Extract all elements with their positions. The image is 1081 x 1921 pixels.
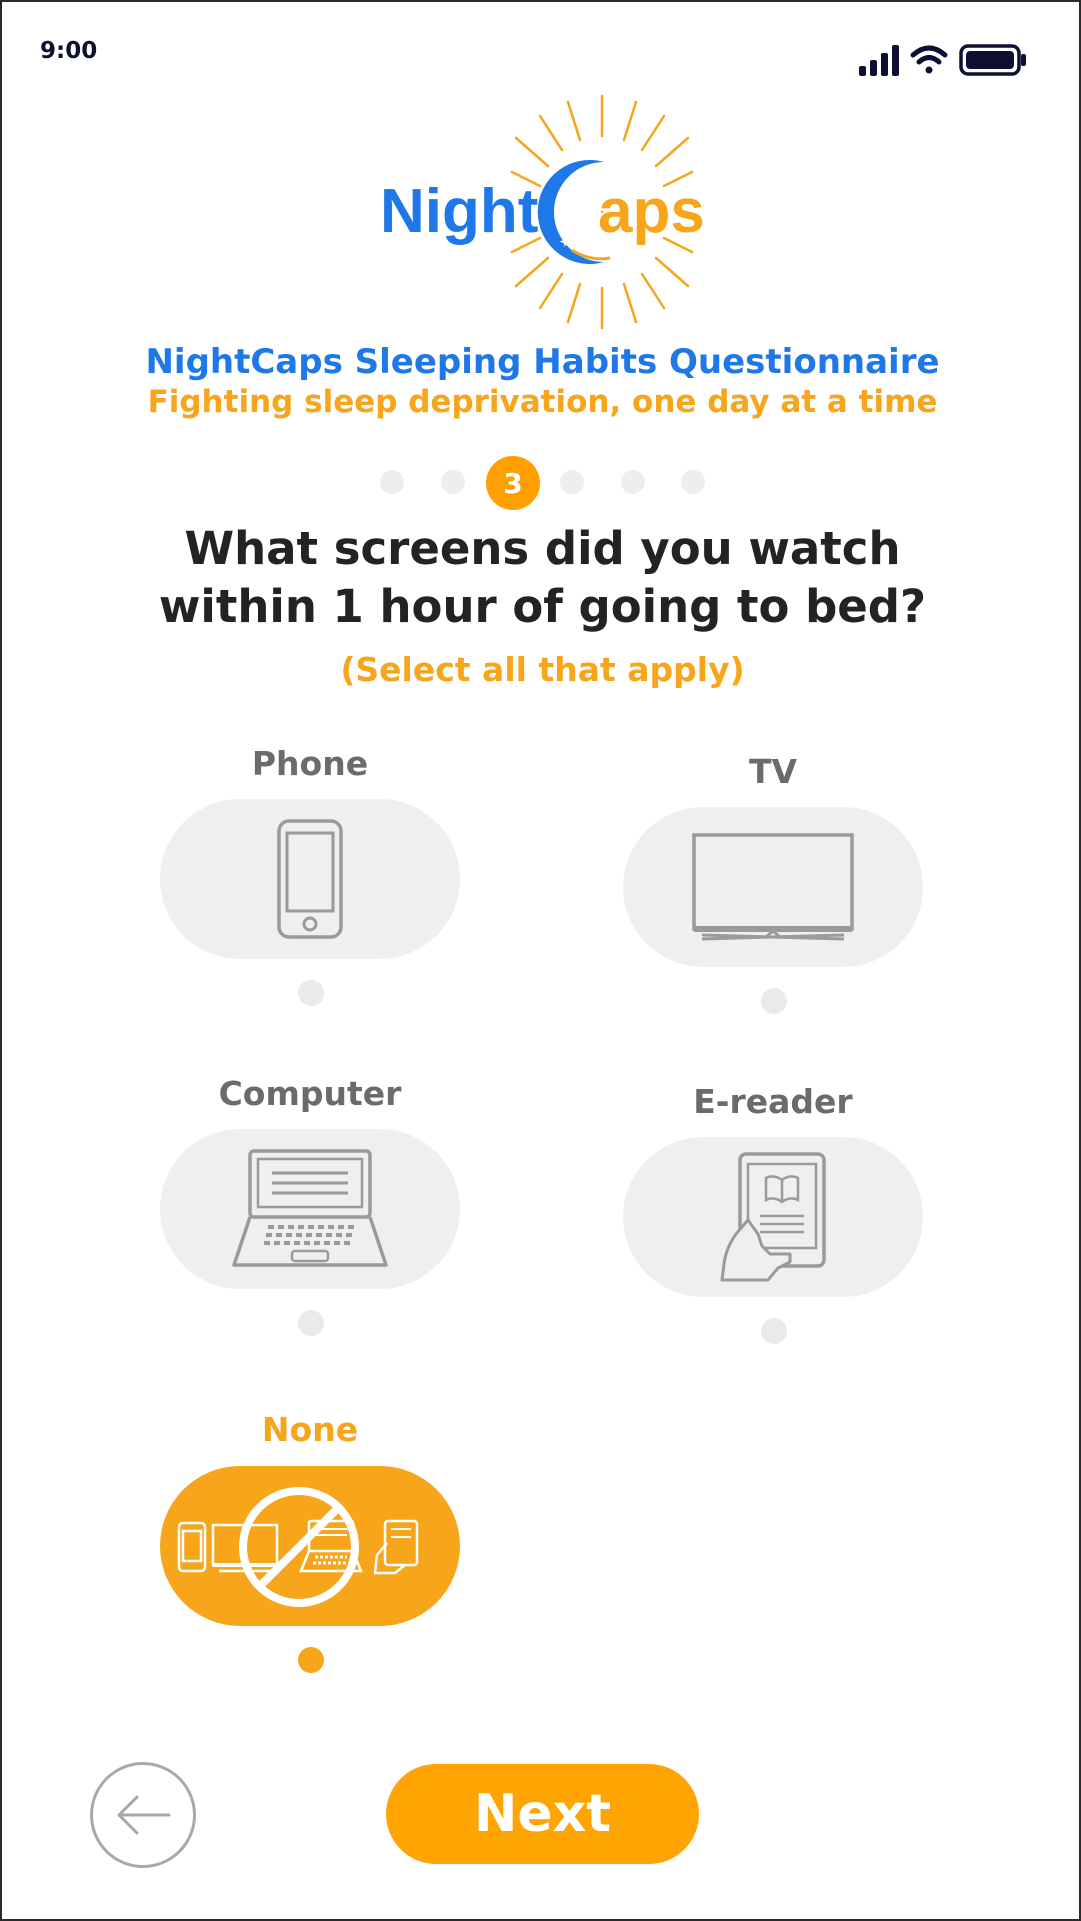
status-time: 9:00 bbox=[40, 38, 98, 64]
laptop-icon bbox=[232, 1149, 388, 1267]
select-hint: (Select all that apply) bbox=[340, 650, 745, 689]
question-line-1: What screens did you watch bbox=[184, 522, 901, 575]
option-indicator-tv[interactable] bbox=[761, 988, 787, 1014]
step-dot bbox=[441, 470, 465, 494]
tv-icon bbox=[692, 833, 854, 941]
next-button[interactable]: Next bbox=[386, 1764, 699, 1864]
option-indicator-phone[interactable] bbox=[298, 980, 324, 1006]
option-tv[interactable] bbox=[623, 807, 923, 967]
phone-icon bbox=[277, 819, 343, 939]
step-dot bbox=[560, 470, 584, 494]
arrow-left-icon bbox=[117, 1795, 171, 1835]
wifi-icon bbox=[910, 45, 948, 74]
step-dot bbox=[380, 470, 404, 494]
logo-word-aps: aps bbox=[598, 177, 705, 246]
logo-word-night: Night bbox=[380, 177, 538, 246]
option-label-computer: Computer bbox=[218, 1074, 402, 1113]
option-label-phone: Phone bbox=[251, 744, 369, 783]
option-indicator-computer[interactable] bbox=[298, 1310, 324, 1336]
battery-icon bbox=[959, 44, 1026, 76]
option-phone[interactable] bbox=[160, 799, 460, 959]
e-reader-icon bbox=[720, 1152, 826, 1282]
status-icons bbox=[859, 44, 1026, 76]
option-e-reader[interactable] bbox=[623, 1137, 923, 1297]
page-title: NightCaps Sleeping Habits Questionnaire bbox=[145, 342, 940, 382]
option-label-e-reader: E-reader bbox=[693, 1082, 853, 1121]
step-dot-current: 3 bbox=[486, 456, 540, 510]
prohibited-icon bbox=[239, 1487, 359, 1607]
option-label-none: None bbox=[261, 1410, 359, 1449]
no-screens-icon bbox=[177, 1487, 419, 1607]
app-screen: 9:00 Night aps NightCaps Sleeping Habits… bbox=[0, 0, 1081, 1921]
option-indicator-none[interactable] bbox=[298, 1647, 324, 1673]
option-indicator-e-reader[interactable] bbox=[761, 1318, 787, 1344]
nightcaps-logo: Night aps bbox=[380, 94, 705, 330]
signal-icon bbox=[859, 45, 899, 76]
question-text: What screens did you watch within 1 hour… bbox=[2, 520, 1081, 636]
step-dot bbox=[621, 470, 645, 494]
option-none[interactable] bbox=[160, 1466, 460, 1626]
step-dot bbox=[681, 470, 705, 494]
back-button[interactable] bbox=[90, 1762, 196, 1868]
option-computer[interactable] bbox=[160, 1129, 460, 1289]
page-subtitle: Fighting sleep deprivation, one day at a… bbox=[147, 384, 938, 420]
question-line-2: within 1 hour of going to bed? bbox=[158, 580, 927, 633]
option-label-tv: TV bbox=[748, 752, 798, 791]
progress-stepper: 3 bbox=[2, 456, 1081, 510]
